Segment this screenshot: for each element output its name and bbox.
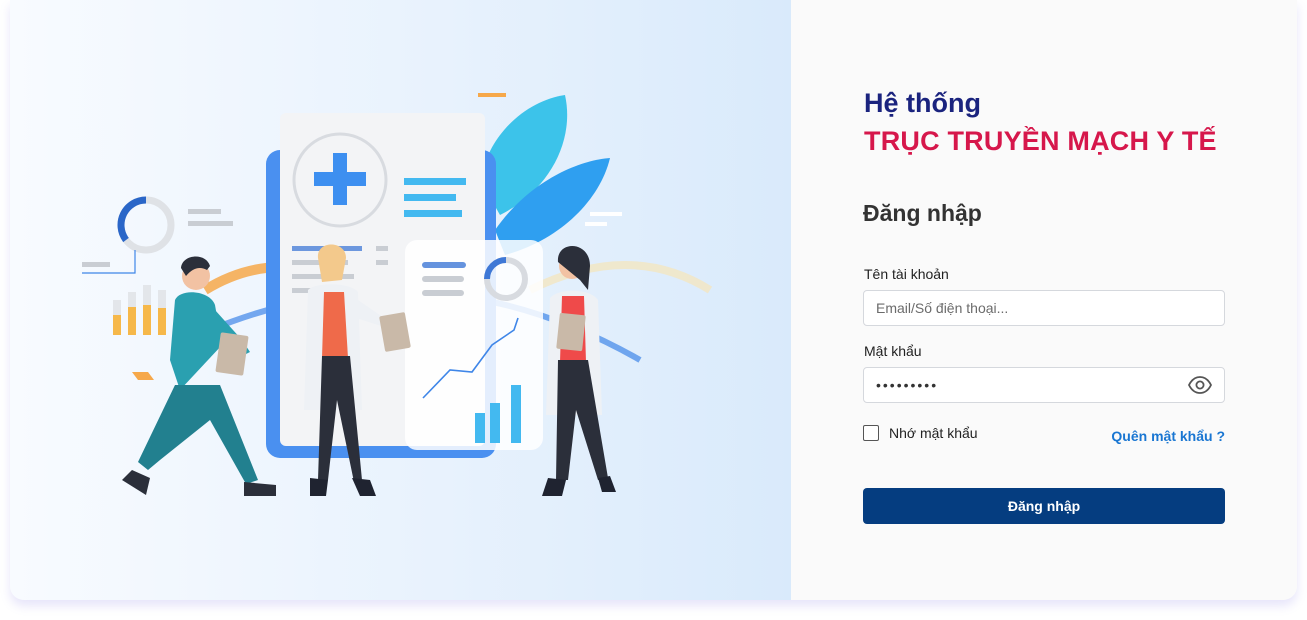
system-title: Hệ thống [864, 88, 981, 118]
login-button[interactable]: Đăng nhập [863, 488, 1225, 524]
remember-label: Nhớ mật khẩu [889, 425, 978, 441]
eye-icon[interactable] [1188, 375, 1212, 395]
cross-vertical [333, 153, 347, 205]
login-heading: Đăng nhập [863, 200, 982, 226]
login-card: Hệ thống TRỤC TRUYỀN MẠCH Y TẾ Đăng nhập… [10, 0, 1297, 600]
password-input[interactable] [863, 367, 1225, 403]
forgot-password-link[interactable]: Quên mật khẩu ? [1111, 428, 1225, 444]
username-input[interactable] [863, 290, 1225, 326]
login-panel: Hệ thống TRỤC TRUYỀN MẠCH Y TẾ Đăng nhập… [791, 0, 1297, 600]
username-label: Tên tài khoản [864, 266, 949, 282]
remember-checkbox[interactable] [863, 425, 879, 441]
password-label: Mật khẩu [864, 343, 922, 359]
system-name: TRỤC TRUYỀN MẠCH Y TẾ [864, 126, 1217, 156]
remember-me[interactable]: Nhớ mật khẩu [863, 425, 978, 441]
decor-arc-beige [528, 261, 713, 294]
illustration-panel [10, 0, 791, 600]
medical-team-illustration [82, 93, 713, 496]
decor-dash [478, 93, 506, 97]
